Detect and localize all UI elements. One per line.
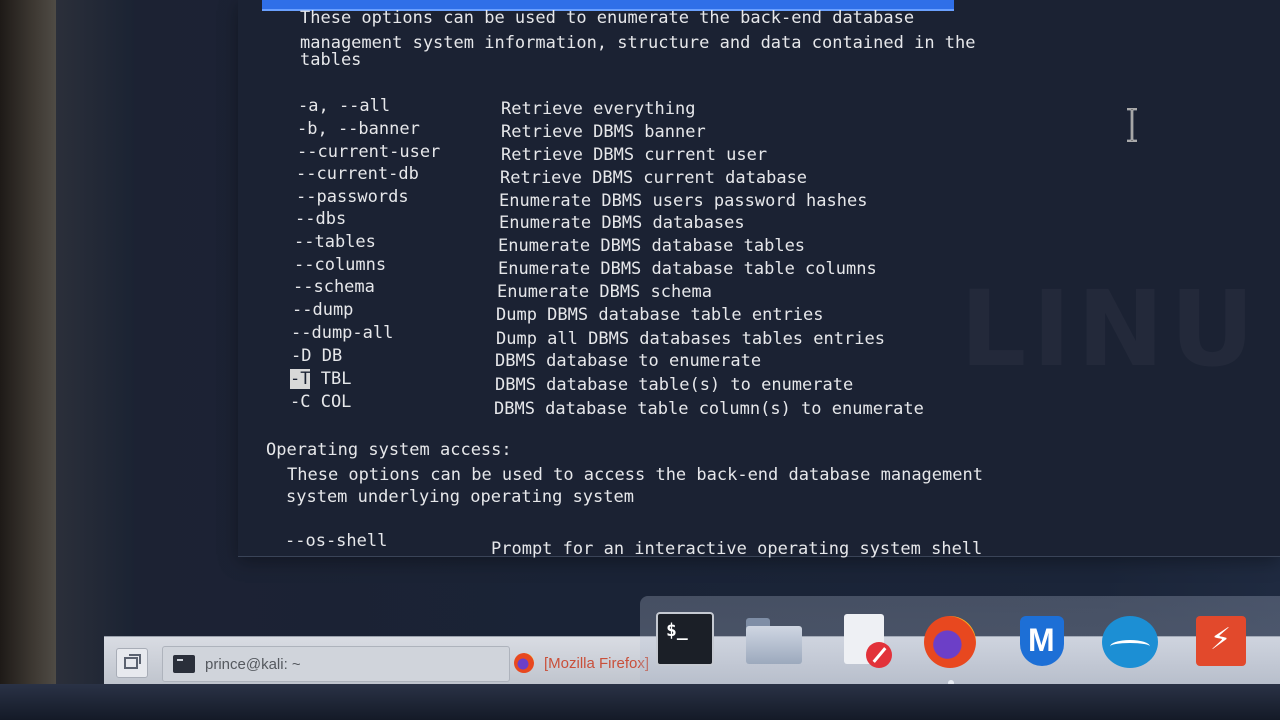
- os-intro-line-1: These options can be used to access the …: [287, 465, 983, 485]
- text-selection[interactable]: -T: [290, 369, 311, 389]
- terminal-icon[interactable]: $_: [656, 612, 714, 666]
- option-desc: DBMS database table column(s) to enumera…: [494, 399, 924, 419]
- os-intro-line-2: system underlying operating system: [286, 487, 634, 507]
- text-editor-icon[interactable]: [840, 612, 898, 668]
- wireshark-icon[interactable]: [1100, 612, 1158, 668]
- task-label: [Mozilla Firefox]: [544, 654, 650, 672]
- option-flag: --dbs: [295, 209, 347, 229]
- metasploit-icon[interactable]: [1012, 612, 1070, 668]
- screen-bottom-edge: [0, 684, 1280, 720]
- firefox-small-icon: [514, 653, 534, 673]
- option-desc: Enumerate DBMS database table columns: [498, 259, 877, 279]
- option-flag: --dump-all: [291, 323, 394, 343]
- option-desc: DBMS database table(s) to enumerate: [495, 375, 854, 395]
- monitor-bezel: [0, 0, 62, 720]
- option-desc: Enumerate DBMS schema: [497, 282, 712, 302]
- option-desc: Enumerate DBMS database tables: [498, 236, 806, 256]
- option-desc: Dump DBMS database table entries: [496, 305, 824, 325]
- option-desc: Retrieve DBMS current user: [501, 145, 768, 165]
- enum-intro-line-3: tables: [300, 50, 362, 70]
- option-flag: --current-user: [297, 142, 441, 162]
- section-heading: Operating system access:: [266, 440, 512, 460]
- option-flag: --os-shell: [285, 531, 388, 551]
- task-terminal[interactable]: prince@kali: ~: [162, 646, 510, 682]
- option-flag: -T TBL: [290, 369, 351, 389]
- option-flag: -a, --all: [298, 96, 391, 116]
- option-flag: --current-db: [296, 164, 419, 184]
- option-flag-rest: TBL: [310, 369, 352, 389]
- enum-intro-line-1: These options can be used to enumerate t…: [300, 8, 915, 28]
- option-desc: Retrieve DBMS current database: [500, 168, 808, 188]
- option-desc: Dump all DBMS databases tables entries: [496, 329, 885, 349]
- option-flag: --dump: [292, 300, 354, 320]
- option-flag: --columns: [294, 255, 387, 275]
- option-desc: Enumerate DBMS databases: [499, 213, 745, 233]
- firefox-icon[interactable]: [920, 612, 978, 668]
- option-desc: Prompt for an interactive operating syst…: [491, 539, 983, 559]
- folder-icon[interactable]: [744, 612, 802, 668]
- option-flag: -b, --banner: [297, 119, 420, 139]
- option-desc: Retrieve everything: [501, 99, 696, 119]
- desktop-edge: [56, 0, 134, 720]
- option-desc: Enumerate DBMS users password hashes: [499, 191, 868, 211]
- terminal-small-icon: [173, 655, 195, 673]
- kali-watermark: LINU: [960, 268, 1260, 390]
- option-desc: Retrieve DBMS banner: [501, 122, 706, 142]
- option-flag: -C COL: [290, 392, 352, 412]
- window-switcher-icon[interactable]: [116, 648, 148, 678]
- option-flag: --passwords: [296, 187, 409, 207]
- terminal-glyph: $_: [666, 620, 688, 641]
- option-desc: DBMS database to enumerate: [495, 351, 762, 371]
- option-flag: -D DB: [291, 346, 343, 366]
- enum-intro-line-2: management system information, structure…: [300, 33, 976, 53]
- option-flag: --schema: [293, 277, 375, 297]
- burpsuite-icon[interactable]: [1192, 612, 1250, 668]
- option-flag: --tables: [294, 232, 376, 252]
- task-label: prince@kali: ~: [205, 655, 301, 673]
- ibeam-cursor-icon: [1127, 108, 1137, 142]
